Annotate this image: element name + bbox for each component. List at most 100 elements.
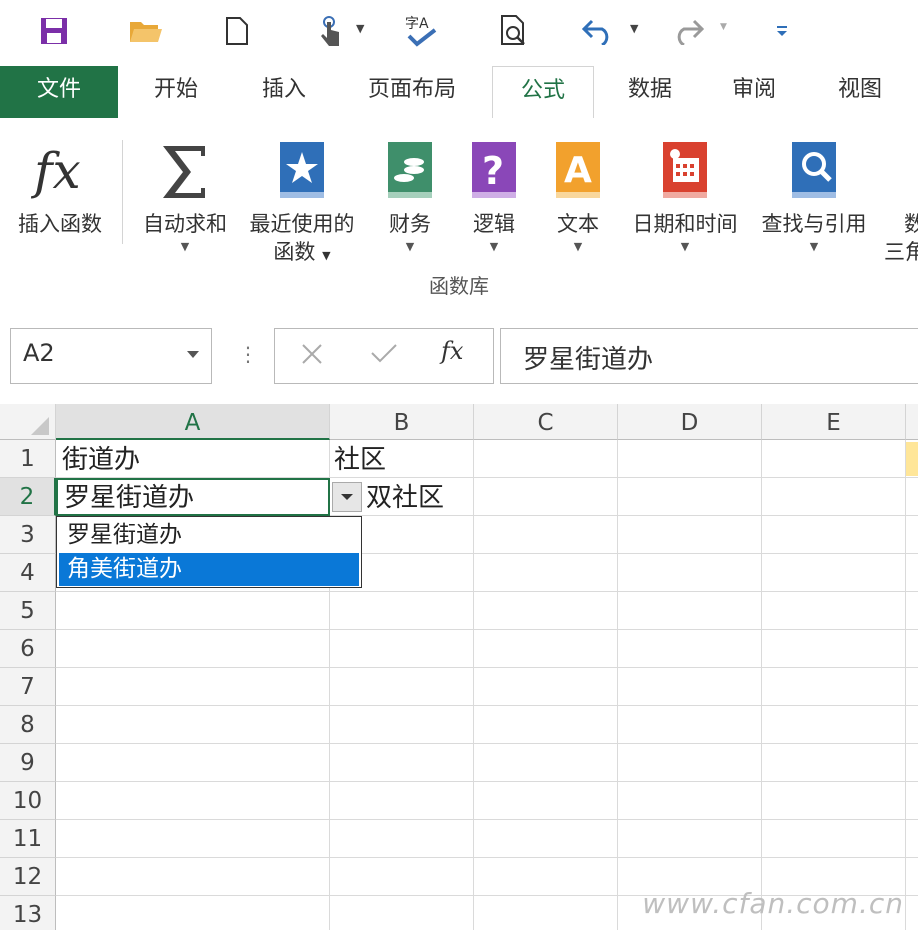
tab-formulas[interactable]: 公式 — [492, 66, 594, 120]
validation-dropdown-button[interactable] — [332, 482, 362, 512]
column-header-f[interactable] — [906, 404, 918, 440]
insert-function-button[interactable]: fx 插入函数 — [6, 130, 114, 238]
logical-dropdown-icon: ▼ — [489, 240, 499, 253]
insert-function-label: 插入函数 — [18, 212, 102, 236]
select-all-corner[interactable] — [0, 404, 56, 440]
gridline — [56, 857, 918, 858]
lookup-button[interactable]: 查找与引用 ▼ — [752, 130, 876, 256]
column-header-d[interactable]: D — [618, 404, 762, 440]
touch-mode-icon[interactable] — [312, 10, 348, 52]
datetime-label: 日期和时间 — [632, 212, 738, 236]
row-header-9[interactable]: 9 — [0, 744, 56, 782]
row-header-2[interactable]: 2 — [0, 478, 56, 516]
financial-button[interactable]: 财务 ▼ — [372, 130, 448, 256]
svg-text:字A: 字A — [405, 16, 429, 32]
math-trig-label-1: 数 — [904, 212, 918, 236]
enter-check-icon[interactable] — [369, 339, 399, 371]
lookup-book-icon — [752, 130, 876, 202]
save-icon[interactable] — [36, 10, 72, 52]
math-trig-button[interactable]: 数 三角 — [884, 130, 918, 266]
formula-input[interactable]: 罗星街道办 — [500, 328, 918, 384]
tab-file[interactable]: 文件 — [0, 66, 118, 118]
formula-bar-resize-handle[interactable]: ⋮ — [238, 342, 258, 366]
logical-book-icon: ? — [456, 130, 532, 202]
svg-text:?: ? — [482, 149, 504, 193]
logical-button[interactable]: ? 逻辑 ▼ — [456, 130, 532, 256]
column-header-a[interactable]: A — [56, 404, 330, 440]
cell-b1[interactable]: 社区 — [334, 441, 386, 479]
cell-a2[interactable]: 罗星街道办 — [64, 479, 194, 517]
text-label: 文本 — [557, 212, 599, 236]
row-header-10[interactable]: 10 — [0, 782, 56, 820]
tab-insert[interactable]: 插入 — [238, 66, 330, 118]
text-dropdown-icon: ▼ — [573, 240, 583, 253]
formula-bar: A2 ⋮ fx 罗星街道办 — [0, 308, 918, 404]
row-header-4[interactable]: 4 — [0, 554, 56, 592]
gridline — [56, 629, 918, 630]
redo-dropdown-icon[interactable]: ▼ — [720, 22, 727, 32]
tab-page-layout[interactable]: 页面布局 — [348, 66, 476, 118]
cell-a1[interactable]: 街道办 — [62, 441, 140, 479]
fx-icon: fx — [6, 130, 114, 202]
cancel-icon[interactable] — [299, 339, 325, 371]
gridline — [56, 819, 918, 820]
customize-toolbar-icon[interactable] — [770, 10, 794, 52]
autosum-button[interactable]: 自动求和 ▼ — [132, 130, 238, 256]
worksheet-grid: A B C D E 1 2 3 4 5 6 7 8 9 10 11 12 13 … — [0, 404, 918, 930]
watermark: www.cfan.com.cn — [642, 887, 904, 920]
financial-label: 财务 — [389, 212, 431, 236]
financial-book-icon — [372, 130, 448, 202]
star-book-icon — [240, 130, 364, 202]
formula-buttons: fx — [274, 328, 494, 384]
cell-b2[interactable]: 双社区 — [366, 479, 444, 517]
math-trig-label-2: 三角 — [884, 240, 918, 264]
row-header-1[interactable]: 1 — [0, 440, 56, 478]
row-header-3[interactable]: 3 — [0, 516, 56, 554]
new-document-icon[interactable] — [222, 10, 252, 52]
tab-home[interactable]: 开始 — [130, 66, 222, 118]
tab-view[interactable]: 视图 — [814, 66, 906, 118]
dropdown-option[interactable]: 罗星街道办 — [59, 519, 359, 552]
gridline — [56, 781, 918, 782]
datetime-button[interactable]: 日期和时间 ▼ — [622, 130, 748, 256]
tab-review[interactable]: 审阅 — [708, 66, 800, 118]
row-header-11[interactable]: 11 — [0, 820, 56, 858]
tab-data[interactable]: 数据 — [604, 66, 696, 118]
cell-f1[interactable] — [906, 442, 918, 476]
financial-dropdown-icon: ▼ — [405, 240, 415, 253]
insert-function-fx-icon[interactable]: fx — [441, 337, 463, 365]
name-box-dropdown-icon[interactable] — [187, 351, 199, 358]
open-folder-icon[interactable] — [126, 10, 166, 52]
lookup-dropdown-icon: ▼ — [809, 240, 819, 253]
quick-access-toolbar: ▼ 字A ▼ ▼ — [0, 0, 918, 66]
row-header-13[interactable]: 13 — [0, 896, 56, 930]
touch-mode-dropdown-icon[interactable]: ▼ — [356, 22, 364, 35]
row-header-6[interactable]: 6 — [0, 630, 56, 668]
spelling-icon[interactable]: 字A — [402, 10, 442, 52]
column-header-c[interactable]: C — [474, 404, 618, 440]
formulas-ribbon: fx 插入函数 自动求和 ▼ 最近使用的 函数 ▼ 财务 ▼ ? 逻辑 ▼ A — [0, 118, 918, 309]
sigma-icon — [132, 130, 238, 202]
column-header-b[interactable]: B — [330, 404, 474, 440]
undo-icon[interactable] — [580, 10, 616, 52]
row-header-7[interactable]: 7 — [0, 668, 56, 706]
row-header-8[interactable]: 8 — [0, 706, 56, 744]
redo-icon[interactable] — [670, 10, 706, 52]
datetime-dropdown-icon: ▼ — [680, 240, 690, 253]
print-preview-icon[interactable] — [496, 10, 532, 52]
recently-used-label-1: 最近使用的 — [249, 212, 355, 236]
undo-dropdown-icon[interactable]: ▼ — [630, 22, 638, 35]
row-header-5[interactable]: 5 — [0, 592, 56, 630]
gridline — [56, 705, 918, 706]
gridline — [56, 667, 918, 668]
recently-used-button[interactable]: 最近使用的 函数 ▼ — [240, 130, 364, 270]
text-book-icon: A — [540, 130, 616, 202]
ribbon-tabs: 文件 开始 插入 页面布局 公式 数据 审阅 视图 — [0, 66, 918, 120]
dropdown-option-highlighted[interactable]: 角美街道办 — [59, 553, 359, 586]
column-header-e[interactable]: E — [762, 404, 906, 440]
name-box[interactable]: A2 — [10, 328, 212, 384]
text-button[interactable]: A 文本 ▼ — [540, 130, 616, 256]
logical-label: 逻辑 — [473, 212, 515, 236]
recently-used-dropdown-icon: ▼ — [322, 249, 331, 262]
row-header-12[interactable]: 12 — [0, 858, 56, 896]
